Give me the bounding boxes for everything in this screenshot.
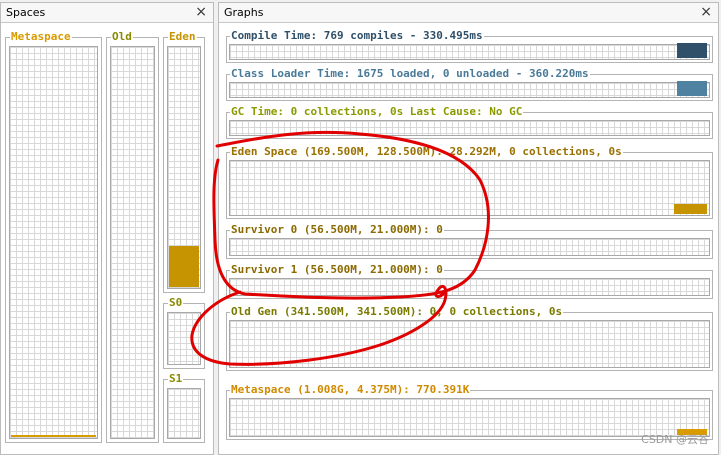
eden-space-label: Eden [168,30,197,43]
gc-time-grid [229,120,710,136]
spaces-panel-title: Spaces [6,6,46,19]
class-loader-graph: Class Loader Time: 1675 loaded, 0 unload… [226,68,713,101]
survivor-0-label: Survivor 0 (56.500M, 21.000M): 0 [230,223,444,236]
gc-time-label: GC Time: 0 collections, 0s Last Cause: N… [230,105,524,118]
compile-time-label: Compile Time: 769 compiles - 330.495ms [230,29,484,42]
s1-space-label: S1 [168,372,184,385]
metaspace-space: Metaspace [5,31,102,443]
spaces-panel: Spaces × Metaspace Old Eden S0 S1 [0,2,214,455]
survivor-1-grid [229,278,710,296]
spaces-panel-header: Spaces × [1,3,213,23]
metaspace-space-label: Metaspace [10,30,72,43]
class-loader-label: Class Loader Time: 1675 loaded, 0 unload… [230,67,590,80]
s0-space-label: S0 [168,296,184,309]
old-gen-label: Old Gen (341.500M, 341.500M): 0, 0 colle… [230,305,564,318]
watermark-text: CSDN @云谷 [641,433,709,446]
eden-space-graph-label: Eden Space (169.500M, 128.500M): 28.292M… [230,145,623,158]
spaces-close-icon[interactable]: × [195,4,207,20]
s0-space: S0 [163,297,205,369]
old-gen-grid [229,320,710,368]
old-space-grid [110,46,155,439]
eden-space: Eden [163,31,205,293]
metaspace-space-fill [11,435,96,437]
metaspace-graph: Metaspace (1.008G, 4.375M): 770.391K [226,384,713,440]
old-space-label: Old [111,30,133,43]
eden-space-graph-grid [229,160,710,216]
graphs-panel-title: Graphs [224,6,264,19]
s1-space-grid [167,388,201,439]
class-loader-grid [229,81,710,98]
graphs-close-icon[interactable]: × [700,4,712,20]
compile-time-graph: Compile Time: 769 compiles - 330.495ms [226,30,713,63]
gc-time-graph: GC Time: 0 collections, 0s Last Cause: N… [226,106,713,139]
compile-time-grid [229,43,710,60]
s1-space: S1 [163,373,205,443]
survivor-1-label: Survivor 1 (56.500M, 21.000M): 0 [230,263,444,276]
survivor-1-graph: Survivor 1 (56.500M, 21.000M): 0 [226,264,713,299]
eden-space-graph-fill [674,204,707,214]
eden-space-graph: Eden Space (169.500M, 128.500M): 28.292M… [226,146,713,219]
graphs-panel-header: Graphs × [219,3,718,23]
old-gen-graph: Old Gen (341.500M, 341.500M): 0, 0 colle… [226,306,713,371]
compile-time-fill [677,43,707,58]
eden-space-fill [169,246,199,287]
class-loader-fill [677,81,707,96]
metaspace-space-grid [9,46,98,439]
eden-space-grid [167,46,201,289]
metaspace-graph-label: Metaspace (1.008G, 4.375M): 770.391K [230,383,471,396]
survivor-0-graph: Survivor 0 (56.500M, 21.000M): 0 [226,224,713,259]
s0-space-grid [167,312,201,365]
metaspace-graph-grid [229,398,710,437]
survivor-0-grid [229,238,710,256]
old-space: Old [106,31,159,443]
